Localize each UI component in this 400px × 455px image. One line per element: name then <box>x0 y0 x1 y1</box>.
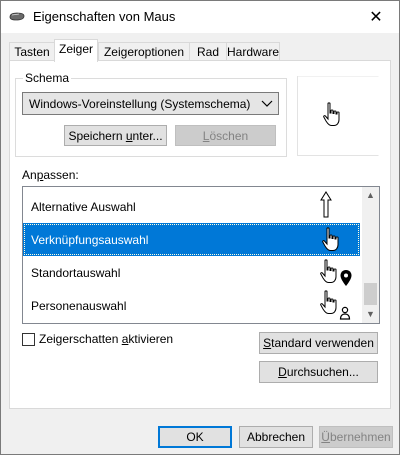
tab-tasten[interactable]: Tasten <box>9 42 55 61</box>
tab-zeiger[interactable]: Zeiger <box>54 39 98 62</box>
button-text: urchsuchen... <box>286 365 359 379</box>
save-scheme-button[interactable]: Speichern unter... <box>64 125 167 146</box>
cursor-preview <box>297 75 379 156</box>
list-item-alternative-auswahl[interactable]: Alternative Auswahl <box>23 190 360 223</box>
tab-label: Rad <box>196 45 219 59</box>
cursor-list[interactable]: Alternative Auswahl Verknüpfungsauswahl … <box>22 186 380 324</box>
list-scrollbar[interactable]: ▲ ▼ <box>362 187 379 323</box>
tab-hardware[interactable]: Hardware <box>226 42 280 61</box>
button-accelerator: Ü <box>321 430 330 444</box>
mouse-icon <box>9 12 25 21</box>
button-accelerator: D <box>278 365 287 379</box>
tab-zeigeroptionen[interactable]: Zeigeroptionen <box>98 42 190 61</box>
label-text: ktivieren <box>128 332 174 346</box>
scroll-up-icon[interactable]: ▲ <box>362 187 379 204</box>
ok-button[interactable]: OK <box>158 426 232 448</box>
button-accelerator: u <box>125 129 133 143</box>
list-item-label: Standortauswahl <box>31 266 121 280</box>
tab-label: Tasten <box>14 45 50 59</box>
button-text: öschen <box>209 129 249 143</box>
list-item-standortauswahl[interactable]: Standortauswahl <box>23 256 360 289</box>
button-text: bernehmen <box>329 430 391 444</box>
schema-group-label: Schema <box>23 71 72 85</box>
scrollbar-thumb[interactable] <box>364 283 377 305</box>
list-item-label: Alternative Auswahl <box>31 200 136 214</box>
button-accelerator: S <box>263 336 272 350</box>
cancel-button[interactable]: Abbrechen <box>239 426 313 448</box>
list-item-verknuepfungsauswahl[interactable]: Verknüpfungsauswahl <box>23 223 360 256</box>
pointer-shadow-label: Zeigerschatten aktivieren <box>39 332 173 346</box>
up-arrow-cursor-icon <box>320 191 332 218</box>
hand-link-cursor-icon <box>323 102 340 126</box>
button-text: Abbrechen <box>246 430 306 444</box>
tab-label: Zeigeroptionen <box>103 45 185 59</box>
hand-person-cursor-icon <box>320 290 351 320</box>
delete-scheme-button[interactable]: Löschen <box>175 125 276 146</box>
browse-button[interactable]: Durchsuchen... <box>259 361 378 383</box>
label-text: Zeigerschatten <box>39 332 122 346</box>
window-title: Eigenschaften von Maus <box>33 9 176 24</box>
use-default-button[interactable]: Standard verwenden <box>259 332 378 354</box>
schema-select[interactable]: Windows-Voreinstellung (Systemschema) <box>22 92 279 115</box>
close-button[interactable]: ✕ <box>353 1 399 33</box>
pointer-shadow-checkbox[interactable] <box>22 333 35 346</box>
close-icon: ✕ <box>369 9 383 26</box>
label-text: An <box>22 168 37 182</box>
schema-selected-value: Windows-Voreinstellung (Systemschema) <box>29 97 251 111</box>
scroll-down-icon[interactable]: ▼ <box>362 306 379 323</box>
tab-rad[interactable]: Rad <box>189 42 227 61</box>
tab-label: Hardware <box>227 45 280 59</box>
button-text: tandard verwenden <box>271 336 374 350</box>
label-text: assen: <box>43 168 79 182</box>
list-item-personenauswahl[interactable]: Personenauswahl <box>23 289 360 322</box>
apply-button[interactable]: Übernehmen <box>319 426 393 448</box>
tab-label: Zeiger <box>58 42 93 56</box>
hand-location-cursor-icon <box>320 259 352 286</box>
customize-label: Anpassen: <box>22 168 79 182</box>
mouse-properties-dialog: Eigenschaften von Maus ✕ Tasten Zeiger Z… <box>0 0 400 455</box>
list-item-label: Verknüpfungsauswahl <box>31 233 149 247</box>
list-item-label: Personenauswahl <box>31 299 127 313</box>
button-text: OK <box>186 430 204 444</box>
button-text: nter... <box>132 129 163 143</box>
hand-link-cursor-icon <box>322 227 339 251</box>
chevron-down-icon <box>261 100 273 107</box>
title-bar: Eigenschaften von Maus ✕ <box>1 1 399 33</box>
button-text: Speichern <box>68 129 126 143</box>
